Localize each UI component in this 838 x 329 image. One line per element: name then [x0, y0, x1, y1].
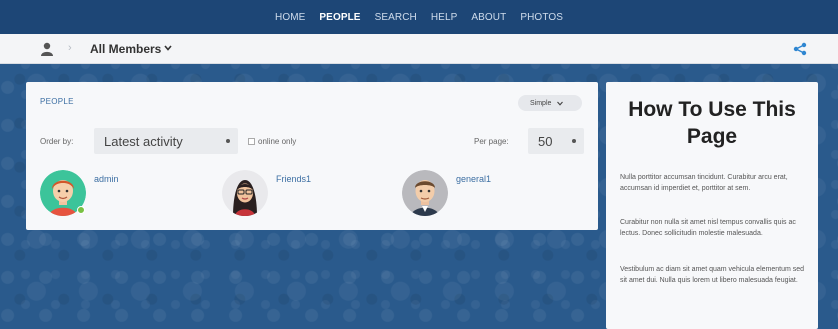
help-paragraph: Curabitur non nulla sit amet nisl tempus…: [620, 219, 796, 237]
order-by-label: Order by:: [40, 137, 74, 146]
view-mode-label: Simple: [530, 99, 552, 107]
top-nav: HOME PEOPLE SEARCH HELP ABOUT PHOTOS: [0, 0, 838, 34]
nav-item-help[interactable]: HELP: [431, 12, 458, 23]
member-name[interactable]: admin: [94, 174, 119, 184]
member-card[interactable]: admin: [40, 170, 160, 218]
help-title: How To Use This Page: [628, 98, 796, 148]
members-panel: PEOPLE Simple Order by: Latest activity …: [26, 82, 598, 230]
online-only-label[interactable]: online only: [258, 137, 296, 146]
user-icon[interactable]: [40, 42, 54, 56]
per-page-label: Per page:: [474, 137, 509, 146]
man-avatar-icon[interactable]: [402, 170, 448, 216]
member-name[interactable]: general1: [456, 174, 491, 184]
breadcrumb-members[interactable]: All Members: [90, 42, 161, 56]
online-only-checkbox[interactable]: [248, 138, 255, 145]
girl-avatar-icon[interactable]: [222, 170, 268, 216]
per-page-value: 50: [538, 133, 553, 149]
nav-item-photos[interactable]: PHOTOS: [520, 12, 563, 23]
help-panel: How To Use This Page Nulla porttitor acc…: [606, 82, 818, 329]
caret-icon: [572, 139, 576, 143]
help-paragraph: Nulla porttitor accumsan tincidunt. Cura…: [620, 174, 788, 192]
member-name[interactable]: Friends1: [276, 174, 311, 184]
chevron-right-icon: ›: [68, 42, 72, 54]
help-paragraph: Vestibulum ac diam sit amet quam vehicul…: [620, 266, 805, 284]
chevron-down-icon: [557, 101, 564, 106]
breadcrumb-bar: › All Members: [0, 34, 838, 64]
online-status-dot: [77, 206, 85, 214]
panel-title: PEOPLE: [40, 97, 74, 106]
nav-item-about[interactable]: ABOUT: [471, 12, 506, 23]
member-card[interactable]: Friends1: [222, 170, 342, 218]
view-mode-dropdown[interactable]: Simple: [518, 95, 582, 111]
member-card[interactable]: general1: [402, 170, 522, 218]
caret-icon: [226, 139, 230, 143]
chevron-down-icon[interactable]: [164, 45, 172, 51]
order-by-value: Latest activity: [104, 133, 183, 149]
order-by-select[interactable]: Latest activity: [94, 128, 238, 154]
per-page-select[interactable]: 50: [528, 128, 584, 154]
nav-item-home[interactable]: HOME: [275, 12, 305, 23]
nav-item-search[interactable]: SEARCH: [375, 12, 417, 23]
nav-item-people[interactable]: PEOPLE: [319, 12, 360, 23]
share-icon[interactable]: [793, 42, 807, 56]
